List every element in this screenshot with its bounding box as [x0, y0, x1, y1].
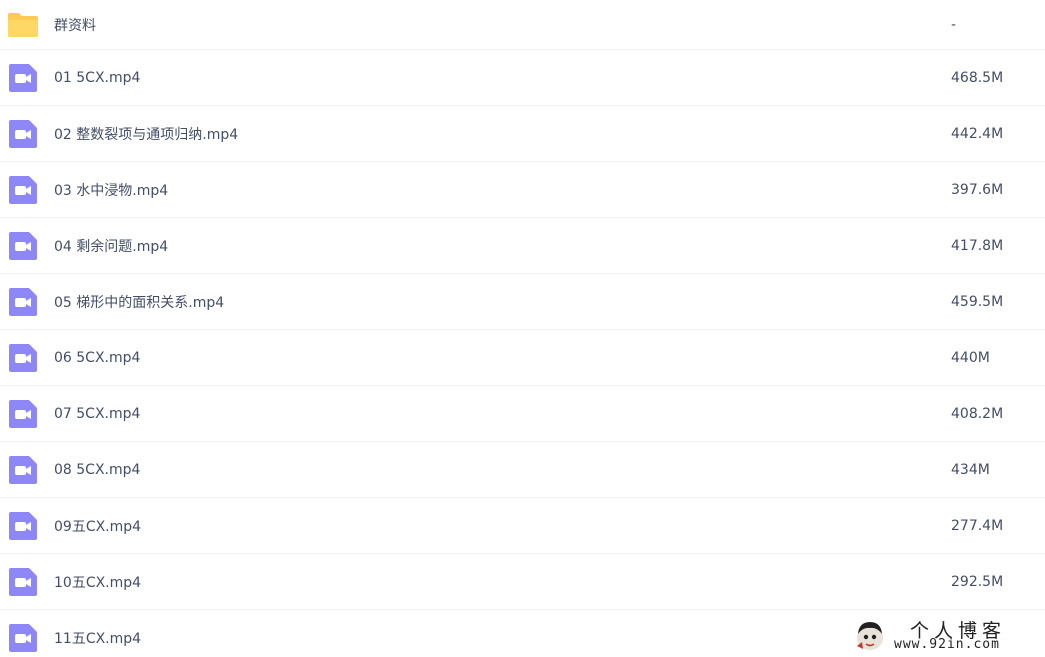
- file-name: 03 水中浸物.mp4: [54, 182, 169, 199]
- video-icon: [7, 342, 39, 374]
- file-size: -: [951, 16, 957, 33]
- avatar-icon: [853, 618, 887, 652]
- file-name: 10五CX.mp4: [54, 574, 142, 591]
- video-icon: [7, 398, 39, 430]
- video-icon: [7, 566, 39, 598]
- file-name: 01 5CX.mp4: [54, 69, 141, 86]
- file-size: 292.5M: [951, 573, 1004, 590]
- watermark: 个人博客 www.92in.com: [850, 614, 1040, 656]
- file-size: 440M: [951, 349, 990, 366]
- file-name: 08 5CX.mp4: [54, 461, 141, 478]
- video-icon: [7, 510, 39, 542]
- video-icon: [7, 286, 39, 318]
- file-size: 397.6M: [951, 181, 1004, 198]
- folder-icon: [7, 9, 39, 41]
- watermark-url: www.92in.com: [894, 637, 1000, 652]
- video-icon: [7, 62, 39, 94]
- file-name: 11五CX.mp4: [54, 630, 142, 647]
- file-row[interactable]: 01 5CX.mp4 468.5M: [0, 50, 1045, 106]
- file-name: 09五CX.mp4: [54, 518, 142, 535]
- file-size: 434M: [951, 461, 990, 478]
- file-row[interactable]: 03 水中浸物.mp4 397.6M: [0, 162, 1045, 218]
- file-row[interactable]: 04 剩余问题.mp4 417.8M: [0, 218, 1045, 274]
- file-row[interactable]: 02 整数裂项与通项归纳.mp4 442.4M: [0, 106, 1045, 162]
- file-size: 468.5M: [951, 69, 1004, 86]
- file-name: 07 5CX.mp4: [54, 405, 141, 422]
- file-name: 05 梯形中的面积关系.mp4: [54, 294, 225, 311]
- video-icon: [7, 230, 39, 262]
- file-row[interactable]: 06 5CX.mp4 440M: [0, 330, 1045, 386]
- file-list: 群资料 - 01 5CX.mp4 468.5M 02 整数裂项与通项归纳.mp4…: [0, 0, 1045, 657]
- file-row[interactable]: 07 5CX.mp4 408.2M: [0, 386, 1045, 442]
- file-row[interactable]: 08 5CX.mp4 434M: [0, 442, 1045, 498]
- file-name: 04 剩余问题.mp4: [54, 238, 169, 255]
- folder-row[interactable]: 群资料 -: [0, 0, 1045, 50]
- file-name: 02 整数裂项与通项归纳.mp4: [54, 126, 239, 143]
- file-row[interactable]: 05 梯形中的面积关系.mp4 459.5M: [0, 274, 1045, 330]
- video-icon: [7, 174, 39, 206]
- file-row[interactable]: 10五CX.mp4 292.5M: [0, 554, 1045, 610]
- video-icon: [7, 454, 39, 486]
- file-size: 417.8M: [951, 237, 1004, 254]
- file-size: 459.5M: [951, 293, 1004, 310]
- file-name: 群资料: [54, 17, 96, 34]
- file-row[interactable]: 09五CX.mp4 277.4M: [0, 498, 1045, 554]
- file-size: 277.4M: [951, 517, 1004, 534]
- file-size: 442.4M: [951, 125, 1004, 142]
- video-icon: [7, 622, 39, 654]
- file-size: 408.2M: [951, 405, 1004, 422]
- file-name: 06 5CX.mp4: [54, 349, 141, 366]
- video-icon: [7, 118, 39, 150]
